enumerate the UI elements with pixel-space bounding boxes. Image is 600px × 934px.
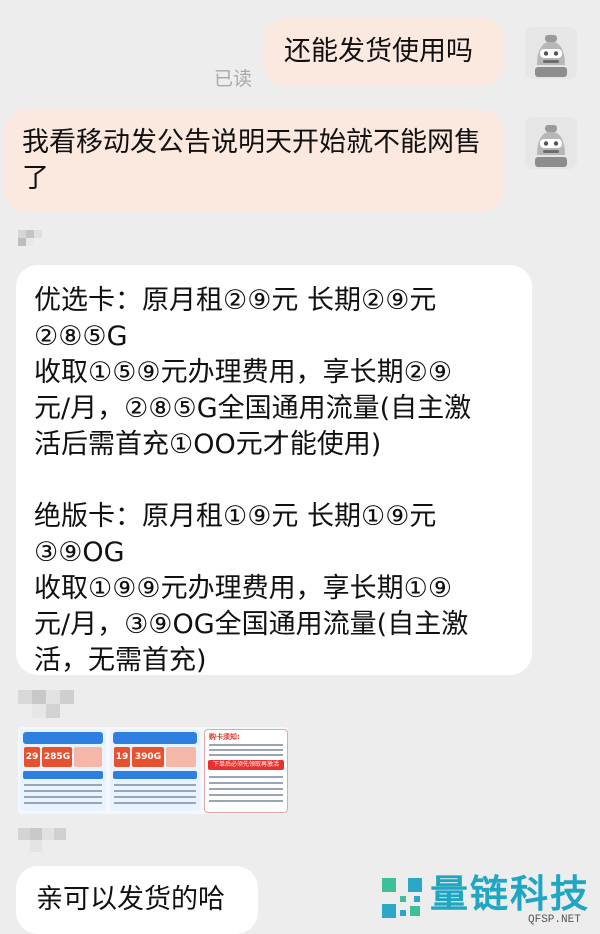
message-line: ②⑧⑤G [34,321,128,352]
message-line: 绝版卡：原月租①⑨元 长期①⑨元 [34,501,437,532]
product-card: 19 390G [110,729,200,811]
user-avatar[interactable] [525,117,577,169]
contact-avatar[interactable] [18,230,42,250]
notice-title: 购卡须知: [209,733,240,741]
notice-banner: 下单后必须先领取再激活 [208,760,284,770]
feature-badge [166,747,196,767]
robot-avatar-icon [525,27,577,79]
message-line: 元/月，②⑧⑤G全国通用流量(自主激 [34,393,472,424]
data-badge: 390G [132,747,164,767]
message-line: ③⑨OG [34,537,125,568]
qr-logo-icon [382,878,422,918]
outgoing-message-bubble[interactable]: 我看移动发公告说明天开始就不能网售了 [4,110,504,212]
message-text: 还能发货使用吗 [284,36,473,67]
contact-avatar[interactable] [18,690,74,718]
card-header [113,732,197,744]
message-text: 我看移动发公告说明天开始就不能网售了 [22,127,481,194]
feature-badge [74,747,102,767]
outgoing-message-bubble[interactable]: 还能发货使用吗 [264,18,504,86]
product-card: 29 285G [20,729,106,811]
price-badge: 29 [24,747,40,767]
price-badge: 19 [114,747,130,767]
notice-card: 购卡须知: 下单后必须先领取再激活 [204,729,288,813]
data-badge: 285G [42,747,72,767]
contact-avatar[interactable] [18,828,66,852]
image-message[interactable]: 29 285G 19 390G 购卡须知: 下单后必须先领取再激活 [18,727,288,814]
message-line: 活后需首充①OO元才能使用) [34,429,382,460]
incoming-message-bubble[interactable]: 优选卡：原月租②⑨元 长期②⑨元 ②⑧⑤G 收取①⑤⑨元办理费用，享长期②⑨ 元… [16,265,532,676]
watermark-name: 量链科技 [430,872,591,916]
user-avatar[interactable] [525,27,577,79]
message-line: 收取①⑨⑨元办理费用，享长期①⑨ [34,573,453,604]
watermark: 量链科技 QFSP.NET [378,870,600,930]
card-banner [23,771,103,779]
message-line: 收取①⑤⑨元办理费用，享长期②⑨ [34,357,453,388]
read-receipt: 已读 [214,68,253,90]
incoming-message-bubble[interactable]: 亲可以发货的哈 [16,866,258,934]
message-line: 优选卡：原月租②⑨元 长期②⑨元 [34,285,437,316]
message-line: 活，无需首充) [34,645,207,676]
watermark-url: QFSP.NET [528,914,581,926]
message-line: 元/月，③⑨OG全国通用流量(自主激 [34,609,469,640]
robot-avatar-icon [525,117,577,169]
card-header [23,732,103,744]
message-text: 亲可以发货的哈 [36,884,225,915]
card-banner [113,771,197,779]
